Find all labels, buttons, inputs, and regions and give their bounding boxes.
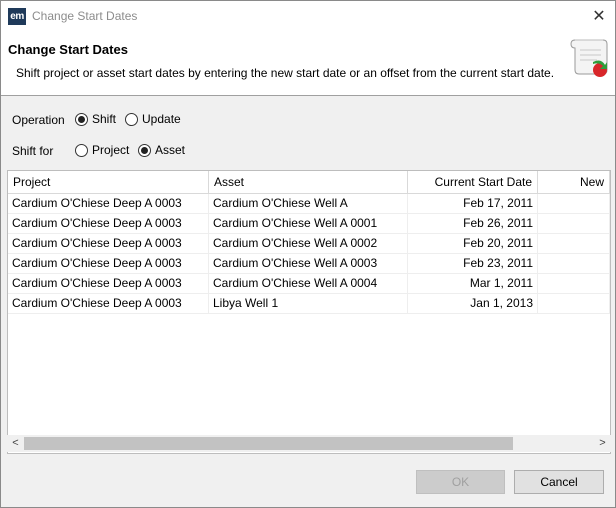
operation-label: Operation xyxy=(12,113,65,127)
window-title: Change Start Dates xyxy=(32,9,138,23)
table-row[interactable]: Cardium O'Chiese Deep A 0003 Cardium O'C… xyxy=(8,274,610,294)
shift-for-project-radio[interactable]: Project xyxy=(75,143,129,157)
start-dates-table[interactable]: Project Asset Current Start Date New Car… xyxy=(7,170,611,454)
cell-asset: Cardium O'Chiese Well A 0003 xyxy=(209,254,408,273)
cell-asset: Cardium O'Chiese Well A 0002 xyxy=(209,234,408,253)
cell-current-start-date: Mar 1, 2011 xyxy=(408,274,538,293)
table-row[interactable]: Cardium O'Chiese Deep A 0003 Cardium O'C… xyxy=(8,234,610,254)
shift-for-label: Shift for xyxy=(12,144,54,158)
dialog-header: Change Start Dates Shift project or asse… xyxy=(1,32,615,96)
radio-label: Project xyxy=(92,143,130,157)
cell-project: Cardium O'Chiese Deep A 0003 xyxy=(8,194,209,213)
title-bar: em Change Start Dates ✕ xyxy=(1,1,615,32)
cell-current-start-date: Feb 20, 2011 xyxy=(408,234,538,253)
table-row[interactable]: Cardium O'Chiese Deep A 0003 Cardium O'C… xyxy=(8,214,610,234)
cell-current-start-date: Feb 26, 2011 xyxy=(408,214,538,233)
header-description: Shift project or asset start dates by en… xyxy=(16,66,555,80)
table-row[interactable]: Cardium O'Chiese Deep A 0003 Cardium O'C… xyxy=(8,194,610,214)
cell-project: Cardium O'Chiese Deep A 0003 xyxy=(8,294,209,313)
radio-label: Update xyxy=(142,112,181,126)
scroll-right-icon[interactable]: > xyxy=(594,435,611,452)
cancel-button[interactable]: Cancel xyxy=(514,470,604,494)
radio-selected-icon xyxy=(138,143,151,157)
change-start-dates-dialog: em Change Start Dates ✕ Change Start Dat… xyxy=(0,0,616,508)
scrollbar-thumb[interactable] xyxy=(24,437,513,450)
cell-project: Cardium O'Chiese Deep A 0003 xyxy=(8,274,209,293)
cell-project: Cardium O'Chiese Deep A 0003 xyxy=(8,234,209,253)
radio-selected-icon xyxy=(75,112,88,126)
cell-new[interactable] xyxy=(538,214,610,233)
cell-project: Cardium O'Chiese Deep A 0003 xyxy=(8,214,209,233)
shift-for-asset-radio[interactable]: Asset xyxy=(138,143,185,157)
cell-current-start-date: Feb 23, 2011 xyxy=(408,254,538,273)
cell-new[interactable] xyxy=(538,194,610,213)
cell-project: Cardium O'Chiese Deep A 0003 xyxy=(8,254,209,273)
column-header-new[interactable]: New xyxy=(538,171,610,193)
column-header-asset[interactable]: Asset xyxy=(209,171,408,193)
table-body: Cardium O'Chiese Deep A 0003 Cardium O'C… xyxy=(8,194,610,314)
cell-new[interactable] xyxy=(538,254,610,273)
table-row[interactable]: Cardium O'Chiese Deep A 0003 Cardium O'C… xyxy=(8,254,610,274)
cell-new[interactable] xyxy=(538,274,610,293)
ok-button[interactable]: OK xyxy=(416,470,505,494)
cell-asset: Cardium O'Chiese Well A xyxy=(209,194,408,213)
cell-asset: Libya Well 1 xyxy=(209,294,408,313)
operation-shift-radio[interactable]: Shift xyxy=(75,112,116,126)
table-row[interactable]: Cardium O'Chiese Deep A 0003 Libya Well … xyxy=(8,294,610,314)
cell-new[interactable] xyxy=(538,294,610,313)
radio-unselected-icon xyxy=(75,143,88,157)
radio-label: Asset xyxy=(155,143,186,157)
cell-current-start-date: Jan 1, 2013 xyxy=(408,294,538,313)
scroll-left-icon[interactable]: < xyxy=(7,435,24,452)
cell-new[interactable] xyxy=(538,234,610,253)
radio-label: Shift xyxy=(92,112,117,126)
radio-unselected-icon xyxy=(125,112,138,126)
app-icon: em xyxy=(8,8,26,25)
cell-asset: Cardium O'Chiese Well A 0001 xyxy=(209,214,408,233)
column-header-current-start-date[interactable]: Current Start Date xyxy=(408,171,538,193)
cell-asset: Cardium O'Chiese Well A 0004 xyxy=(209,274,408,293)
table-header: Project Asset Current Start Date New xyxy=(8,171,610,194)
horizontal-scrollbar[interactable]: < > xyxy=(7,435,611,452)
header-title: Change Start Dates xyxy=(8,42,128,57)
operation-update-radio[interactable]: Update xyxy=(125,112,181,126)
scroll-document-icon xyxy=(570,39,608,77)
column-header-project[interactable]: Project xyxy=(8,171,209,193)
cell-current-start-date: Feb 17, 2011 xyxy=(408,194,538,213)
close-button[interactable]: ✕ xyxy=(583,1,615,32)
